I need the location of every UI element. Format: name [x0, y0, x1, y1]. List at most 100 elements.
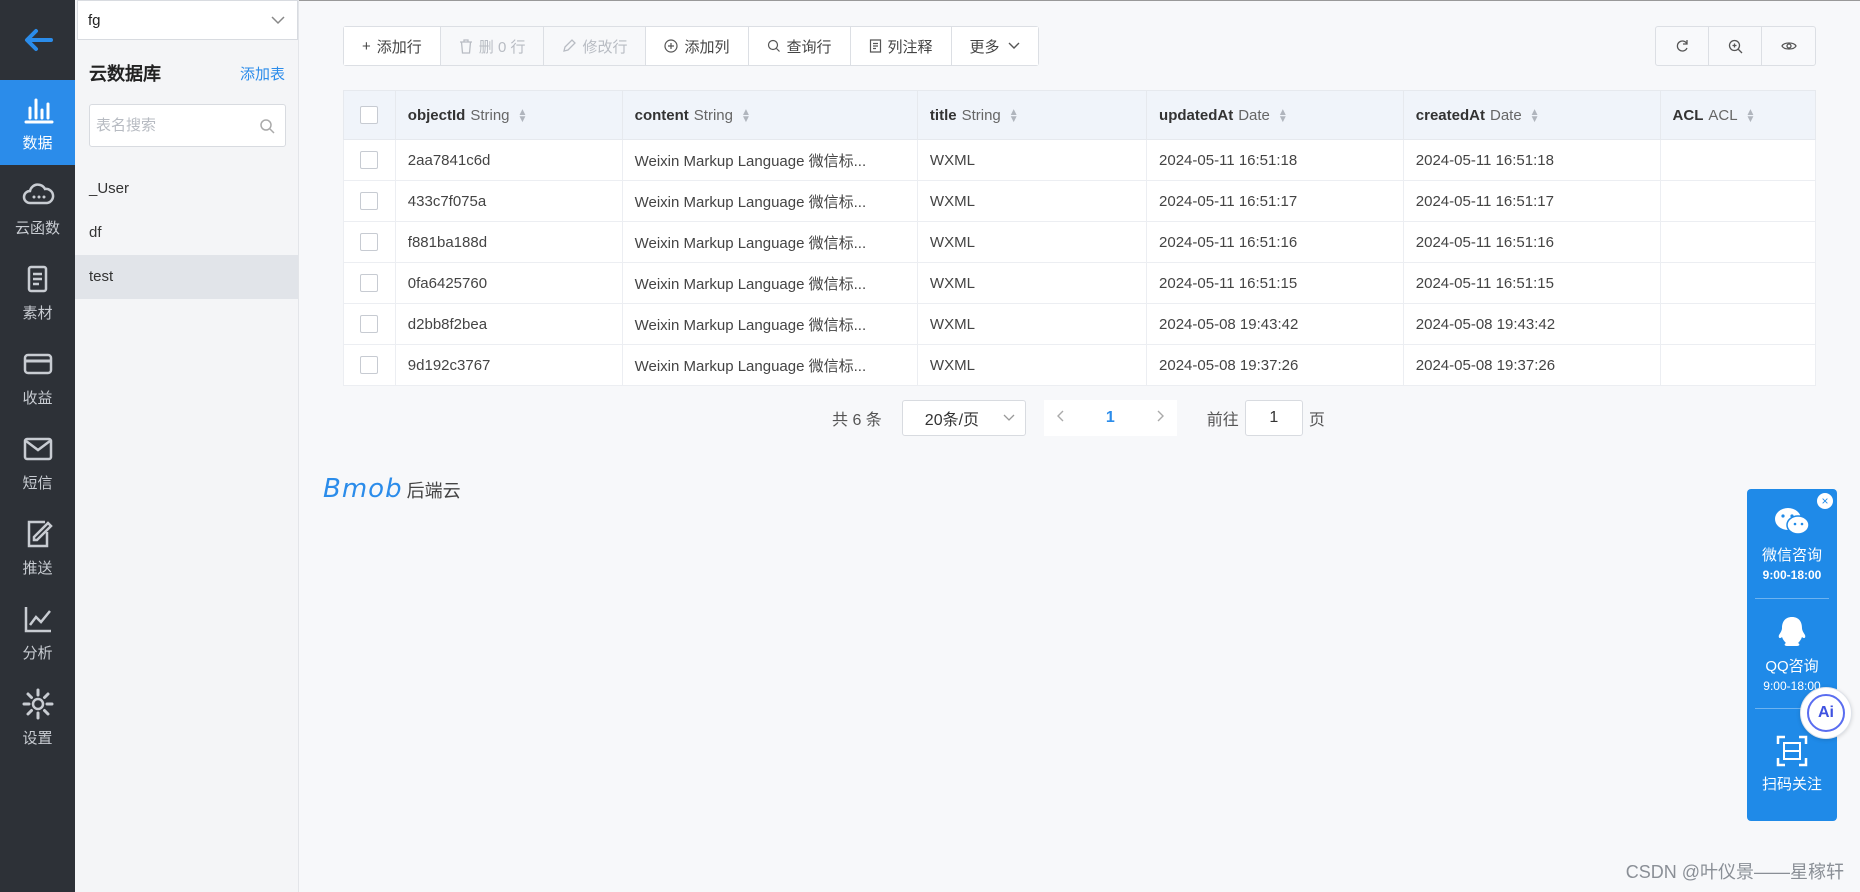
query-row-button[interactable]: 查询行 — [748, 27, 851, 65]
zoom-button[interactable] — [1709, 27, 1762, 65]
sort-icon[interactable]: ▲ ▼ — [1530, 107, 1540, 124]
sort-icon[interactable]: ▲ ▼ — [741, 107, 751, 124]
row-checkbox[interactable] — [360, 151, 379, 170]
cell-title[interactable]: WXML — [916, 139, 1148, 181]
cell-ACL[interactable] — [1659, 180, 1817, 222]
table-list-item[interactable]: test — [75, 255, 298, 299]
cell-title[interactable]: WXML — [916, 303, 1148, 345]
nav-item-4[interactable]: 短信 — [0, 420, 75, 505]
sort-icon[interactable]: ▲ ▼ — [1009, 107, 1019, 124]
scan-icon — [1776, 735, 1808, 766]
row-checkbox[interactable] — [360, 315, 379, 334]
cell-createdAt[interactable]: 2024-05-11 16:51:18 — [1402, 139, 1661, 181]
nav-item-7[interactable]: 设置 — [0, 675, 75, 760]
cell-objectId[interactable]: 2aa7841c6d — [394, 139, 623, 181]
cell-updatedAt[interactable]: 2024-05-08 19:43:42 — [1146, 303, 1404, 345]
refresh-button[interactable] — [1656, 27, 1709, 65]
prev-page-button[interactable] — [1056, 409, 1064, 427]
column-header-ACL[interactable]: ACL ACL ▲ ▼ — [1659, 90, 1817, 140]
page-number-current[interactable]: 1 — [1106, 409, 1115, 427]
table-row[interactable]: 0fa6425760 Weixin Markup Language 微信标... W… — [343, 262, 1817, 304]
cell-createdAt[interactable]: 2024-05-08 19:43:42 — [1402, 303, 1661, 345]
edit-row-button[interactable]: 修改行 — [544, 27, 647, 65]
page-size-value: 20条/页 — [924, 412, 980, 429]
cell-content[interactable]: Weixin Markup Language 微信标... — [621, 139, 918, 181]
close-icon[interactable]: × — [1817, 493, 1833, 509]
bmob-logo: Bmob — [323, 474, 403, 504]
column-header-updatedAt[interactable]: updatedAt Date ▲ ▼ — [1146, 90, 1404, 140]
nav-item-1[interactable]: 云函数 — [0, 165, 75, 250]
cell-ACL[interactable] — [1659, 344, 1817, 386]
cell-objectId[interactable]: d2bb8f2bea — [394, 303, 623, 345]
table-row[interactable]: 2aa7841c6d Weixin Markup Language 微信标... W… — [343, 139, 1817, 181]
table-row[interactable]: 9d192c3767 Weixin Markup Language 微信标... W… — [343, 344, 1817, 386]
more-dropdown[interactable]: 更多 — [951, 27, 1038, 65]
cell-objectId[interactable]: 433c7f075a — [394, 180, 623, 222]
column-header-objectId[interactable]: objectId String ▲ ▼ — [394, 90, 623, 140]
sort-icon[interactable]: ▲ ▼ — [518, 107, 528, 124]
table-search-input[interactable] — [96, 117, 256, 134]
table-list-item[interactable]: df — [75, 211, 298, 255]
cell-content[interactable]: Weixin Markup Language 微信标... — [621, 344, 918, 386]
database-select[interactable]: fg — [77, 0, 298, 40]
search-icon[interactable] — [259, 118, 275, 134]
cell-objectId[interactable]: 0fa6425760 — [394, 262, 623, 304]
column-header-title[interactable]: title String ▲ ▼ — [916, 90, 1148, 140]
back-button[interactable] — [0, 0, 75, 80]
select-all-checkbox[interactable] — [360, 106, 379, 125]
sort-icon[interactable]: ▲ ▼ — [1278, 107, 1288, 124]
cell-createdAt[interactable]: 2024-05-08 19:37:26 — [1402, 344, 1661, 386]
column-comment-button[interactable]: 列注释 — [850, 27, 952, 65]
table-row[interactable]: f881ba188d Weixin Markup Language 微信标... W… — [343, 221, 1817, 263]
cell-objectId[interactable]: 9d192c3767 — [394, 344, 623, 386]
add-column-button[interactable]: 添加列 — [646, 27, 749, 65]
watermark: CSDN @叶仪景——星稼轩 — [1625, 862, 1844, 882]
nav-item-2[interactable]: 素材 — [0, 250, 75, 335]
view-toggle-button[interactable] — [1762, 27, 1815, 65]
row-checkbox[interactable] — [360, 233, 379, 252]
cell-createdAt[interactable]: 2024-05-11 16:51:15 — [1402, 262, 1661, 304]
cell-updatedAt[interactable]: 2024-05-11 16:51:17 — [1146, 180, 1404, 222]
nav-item-5[interactable]: 推送 — [0, 505, 75, 590]
next-page-button[interactable] — [1157, 409, 1165, 427]
row-checkbox[interactable] — [360, 274, 379, 293]
row-checkbox[interactable] — [360, 192, 379, 211]
cell-updatedAt[interactable]: 2024-05-11 16:51:18 — [1146, 139, 1404, 181]
cell-title[interactable]: WXML — [916, 344, 1148, 386]
cell-createdAt[interactable]: 2024-05-11 16:51:16 — [1402, 221, 1661, 263]
table-list-item[interactable]: _User — [75, 167, 298, 211]
table-row[interactable]: d2bb8f2bea Weixin Markup Language 微信标... W… — [343, 303, 1817, 345]
cell-createdAt[interactable]: 2024-05-11 16:51:17 — [1402, 180, 1661, 222]
row-checkbox[interactable] — [360, 356, 379, 375]
cell-content[interactable]: Weixin Markup Language 微信标... — [621, 303, 918, 345]
cell-ACL[interactable] — [1659, 303, 1817, 345]
page-size-select[interactable]: 20条/页 — [901, 400, 1026, 436]
column-name: objectId — [407, 106, 466, 124]
cell-updatedAt[interactable]: 2024-05-11 16:51:16 — [1146, 221, 1404, 263]
table-row[interactable]: 433c7f075a Weixin Markup Language 微信标... W… — [343, 180, 1817, 222]
nav-item-6[interactable]: 分析 — [0, 590, 75, 675]
cell-objectId[interactable]: f881ba188d — [394, 221, 623, 263]
column-header-createdAt[interactable]: createdAt Date ▲ ▼ — [1402, 90, 1661, 140]
sort-icon[interactable]: ▲ ▼ — [1746, 107, 1756, 124]
nav-item-0[interactable]: 数据 — [0, 80, 75, 165]
column-header-content[interactable]: content String ▲ ▼ — [621, 90, 918, 140]
cell-title[interactable]: WXML — [916, 262, 1148, 304]
cell-ACL[interactable] — [1659, 139, 1817, 181]
add-row-button[interactable]: + 添加行 — [344, 27, 441, 65]
cell-ACL[interactable] — [1659, 221, 1817, 263]
cell-ACL[interactable] — [1659, 262, 1817, 304]
nav-item-3[interactable]: 收益 — [0, 335, 75, 420]
cell-content[interactable]: Weixin Markup Language 微信标... — [621, 262, 918, 304]
cell-content[interactable]: Weixin Markup Language 微信标... — [621, 221, 918, 263]
cell-updatedAt[interactable]: 2024-05-08 19:37:26 — [1146, 344, 1404, 386]
cell-updatedAt[interactable]: 2024-05-11 16:51:15 — [1146, 262, 1404, 304]
cell-title[interactable]: WXML — [916, 221, 1148, 263]
ai-assistant-button[interactable]: Ai — [1800, 687, 1852, 739]
goto-page-input[interactable] — [1244, 400, 1303, 436]
delete-rows-button[interactable]: 删 0 行 — [440, 27, 545, 65]
row-select-cell — [343, 180, 396, 222]
add-table-link[interactable]: 添加表 — [240, 63, 285, 84]
cell-content[interactable]: Weixin Markup Language 微信标... — [621, 180, 918, 222]
cell-title[interactable]: WXML — [916, 180, 1148, 222]
